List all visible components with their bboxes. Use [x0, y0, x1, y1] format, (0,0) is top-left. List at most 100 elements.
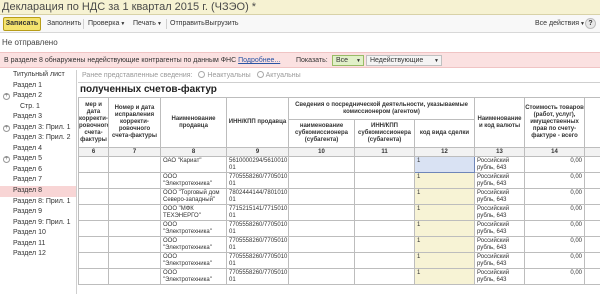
cell-sub-inn[interactable]: [354, 204, 415, 221]
table-row[interactable]: ООО "Электротехника" 7705558260/7705010 0…: [78, 236, 600, 253]
cell-extra[interactable]: [584, 252, 600, 269]
save-button[interactable]: Записать: [3, 17, 41, 31]
cell-amount[interactable]: 0,00: [524, 268, 586, 285]
radio-irrelevant[interactable]: [198, 71, 206, 78]
print-menu-button[interactable]: Печать▼: [133, 18, 162, 30]
sidebar-item[interactable]: Раздел 7: [0, 175, 76, 186]
cell-currency[interactable]: Российский рубль, 643: [474, 204, 526, 221]
cell-corr-fix[interactable]: [108, 252, 161, 269]
cell-inn[interactable]: 7705558260/7705010 01: [226, 236, 289, 253]
cell-corr-fix[interactable]: [108, 172, 161, 189]
expand-icon[interactable]: +: [3, 93, 10, 101]
check-menu-button[interactable]: Проверка▼: [88, 18, 125, 30]
sidebar-item[interactable]: Раздел 3: [0, 112, 76, 123]
sidebar-item[interactable]: Раздел 11: [0, 239, 76, 250]
cell-inn[interactable]: 7705558260/7705010 01: [226, 252, 289, 269]
table-row[interactable]: ООО "Электротехника" 7705558260/7705010 0…: [78, 172, 600, 189]
show-select[interactable]: Все ▼: [332, 55, 364, 66]
cell-extra[interactable]: [584, 268, 600, 285]
sidebar-item[interactable]: Раздел 1: [0, 81, 76, 92]
cell-amount[interactable]: 0,00: [524, 236, 586, 253]
sidebar-item[interactable]: Раздел 12: [0, 249, 76, 260]
cell-inn[interactable]: 7715215141/7715010 01: [226, 204, 289, 221]
cell-currency[interactable]: Российский рубль, 643: [474, 268, 526, 285]
sidebar-item[interactable]: Раздел 9: [0, 207, 76, 218]
cell-amount[interactable]: 0,00: [524, 156, 586, 173]
cell-seller[interactable]: ООО "Электротехника": [160, 268, 227, 285]
cell-deal-code[interactable]: 1: [413, 156, 476, 173]
table-row[interactable]: ОАО "Кариат" 5610000294/5610010 01 1 Россий…: [78, 156, 600, 173]
cell-deal-code[interactable]: 1: [413, 268, 476, 285]
sidebar-item[interactable]: + Раздел 3: Прил. 1: [0, 123, 76, 134]
cell-currency[interactable]: Российский рубль, 643: [474, 172, 526, 189]
cell-subcommissioner[interactable]: [288, 156, 355, 173]
cell-corr-fix[interactable]: [108, 220, 161, 237]
cell-extra[interactable]: [584, 204, 600, 221]
expand-icon[interactable]: +: [3, 156, 10, 164]
cell-currency[interactable]: Российский рубль, 643: [474, 220, 526, 237]
cell-currency[interactable]: Российский рубль, 643: [474, 156, 526, 173]
expand-icon[interactable]: +: [3, 124, 10, 132]
sidebar-item[interactable]: + Раздел 5: [0, 154, 76, 165]
cell-amount[interactable]: 0,00: [524, 188, 586, 205]
cell-extra[interactable]: [584, 156, 600, 173]
cell-sub-inn[interactable]: [354, 188, 415, 205]
upload-button[interactable]: Выгрузить: [205, 18, 239, 30]
help-button[interactable]: ?: [585, 18, 596, 29]
sidebar-item[interactable]: Стр. 1: [0, 102, 76, 113]
sidebar-item[interactable]: Раздел 3: Прил. 2: [0, 133, 76, 144]
radio-relevant[interactable]: [256, 71, 264, 78]
cell-inn[interactable]: 5610000294/5610010 01: [226, 156, 289, 173]
all-actions-button[interactable]: Все действия▼: [535, 18, 585, 30]
table-row[interactable]: ООО "Электротехника" 7705558260/7705010 0…: [78, 252, 600, 269]
cell-subcommissioner[interactable]: [288, 236, 355, 253]
cell-seller[interactable]: ОАО "Кариат": [160, 156, 227, 173]
cell-deal-code[interactable]: 1: [413, 188, 476, 205]
cell-sub-inn[interactable]: [354, 252, 415, 269]
cell-seller[interactable]: ООО "Электротехника": [160, 172, 227, 189]
sidebar-item[interactable]: Раздел 8: Прил. 1: [0, 197, 76, 208]
cell-deal-code[interactable]: 1: [413, 204, 476, 221]
cell-corr-invoice[interactable]: [78, 156, 109, 173]
fill-button[interactable]: Заполнить: [47, 18, 81, 30]
table-row[interactable]: ООО "Электротехника" 7705558260/7705010 0…: [78, 220, 600, 237]
filter-select[interactable]: Недействующие ▼: [366, 55, 442, 66]
cell-corr-fix[interactable]: [108, 268, 161, 285]
cell-seller[interactable]: ООО "Торговый дом Северо-западный": [160, 188, 227, 205]
cell-subcommissioner[interactable]: [288, 252, 355, 269]
cell-subcommissioner[interactable]: [288, 204, 355, 221]
sidebar-item[interactable]: Раздел 9: Прил. 1: [0, 218, 76, 229]
cell-sub-inn[interactable]: [354, 172, 415, 189]
cell-corr-fix[interactable]: [108, 156, 161, 173]
sidebar-item[interactable]: Раздел 8: [0, 186, 76, 197]
cell-amount[interactable]: 0,00: [524, 172, 586, 189]
cell-sub-inn[interactable]: [354, 220, 415, 237]
cell-currency[interactable]: Российский рубль, 643: [474, 188, 526, 205]
sidebar-item[interactable]: + Раздел 2: [0, 91, 76, 102]
cell-sub-inn[interactable]: [354, 236, 415, 253]
cell-extra[interactable]: [584, 236, 600, 253]
cell-sub-inn[interactable]: [354, 156, 415, 173]
table-row[interactable]: ООО "Электротехника" 7705558260/7705010 0…: [78, 268, 600, 285]
cell-corr-fix[interactable]: [108, 188, 161, 205]
cell-amount[interactable]: 0,00: [524, 252, 586, 269]
cell-deal-code[interactable]: 1: [413, 252, 476, 269]
cell-seller[interactable]: ООО "Электротехника": [160, 220, 227, 237]
cell-corr-fix[interactable]: [108, 204, 161, 221]
cell-amount[interactable]: 0,00: [524, 220, 586, 237]
cell-corr-invoice[interactable]: [78, 268, 109, 285]
cell-subcommissioner[interactable]: [288, 268, 355, 285]
cell-seller[interactable]: ООО "Электротехника": [160, 252, 227, 269]
cell-inn[interactable]: 7802444144/7801010 01: [226, 188, 289, 205]
cell-extra[interactable]: [584, 220, 600, 237]
cell-currency[interactable]: Российский рубль, 643: [474, 252, 526, 269]
sidebar-item[interactable]: Раздел 4: [0, 144, 76, 155]
cell-corr-invoice[interactable]: [78, 172, 109, 189]
table-row[interactable]: ООО "Торговый дом Северо-западный" 780244…: [78, 188, 600, 205]
cell-currency[interactable]: Российский рубль, 643: [474, 236, 526, 253]
details-link[interactable]: Подробнее...: [238, 57, 280, 64]
table-row[interactable]: ООО "МФК ТЕХЭНЕРГО" 7715215141/7715010 01…: [78, 204, 600, 221]
cell-corr-invoice[interactable]: [78, 236, 109, 253]
cell-amount[interactable]: 0,00: [524, 204, 586, 221]
cell-corr-fix[interactable]: [108, 236, 161, 253]
